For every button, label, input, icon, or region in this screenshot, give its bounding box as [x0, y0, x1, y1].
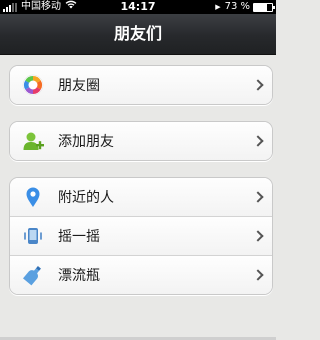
battery-fill: [254, 3, 268, 11]
nav-title: 朋友们: [0, 14, 276, 55]
row-drift-bottle-label: 漂流瓶: [58, 268, 100, 284]
row-moments[interactable]: 朋友圈: [10, 66, 272, 104]
chevron-right-icon: [252, 191, 264, 203]
group-add-friend: 添加朋友: [9, 121, 273, 161]
play-icon: ▶: [215, 3, 221, 11]
battery-percent: 73 %: [224, 1, 250, 12]
status-right: ▶ 73 %: [215, 0, 275, 14]
row-shake[interactable]: 摇一摇: [10, 216, 272, 255]
row-nearby-people[interactable]: 附近的人: [10, 178, 272, 216]
add-friend-icon: [22, 130, 44, 152]
phone-screen: 中国移动 14:17 ▶ 73 % 朋友们 朋友圈 添加朋友 附近的人 摇一摇 …: [0, 0, 276, 340]
row-add-friend-label: 添加朋友: [58, 134, 114, 150]
row-nearby-people-label: 附近的人: [58, 190, 114, 206]
status-bar: 中国移动 14:17 ▶ 73 %: [0, 0, 276, 14]
group-discover: 附近的人 摇一摇 漂流瓶: [9, 177, 273, 295]
row-add-friend[interactable]: 添加朋友: [10, 122, 272, 160]
chevron-right-icon: [252, 135, 264, 147]
row-drift-bottle[interactable]: 漂流瓶: [10, 255, 272, 294]
location-pin-icon: [22, 186, 44, 208]
battery-icon: [253, 2, 275, 12]
chevron-right-icon: [252, 79, 264, 91]
group-moments: 朋友圈: [9, 65, 273, 105]
row-moments-label: 朋友圈: [58, 78, 100, 94]
bottle-icon: [22, 264, 44, 286]
content-area: 朋友圈 添加朋友 附近的人 摇一摇 漂流瓶: [0, 55, 276, 340]
chevron-right-icon: [252, 269, 264, 281]
shake-icon: [22, 225, 44, 247]
chevron-right-icon: [252, 230, 264, 242]
moments-icon: [22, 74, 44, 96]
row-shake-label: 摇一摇: [58, 229, 100, 245]
